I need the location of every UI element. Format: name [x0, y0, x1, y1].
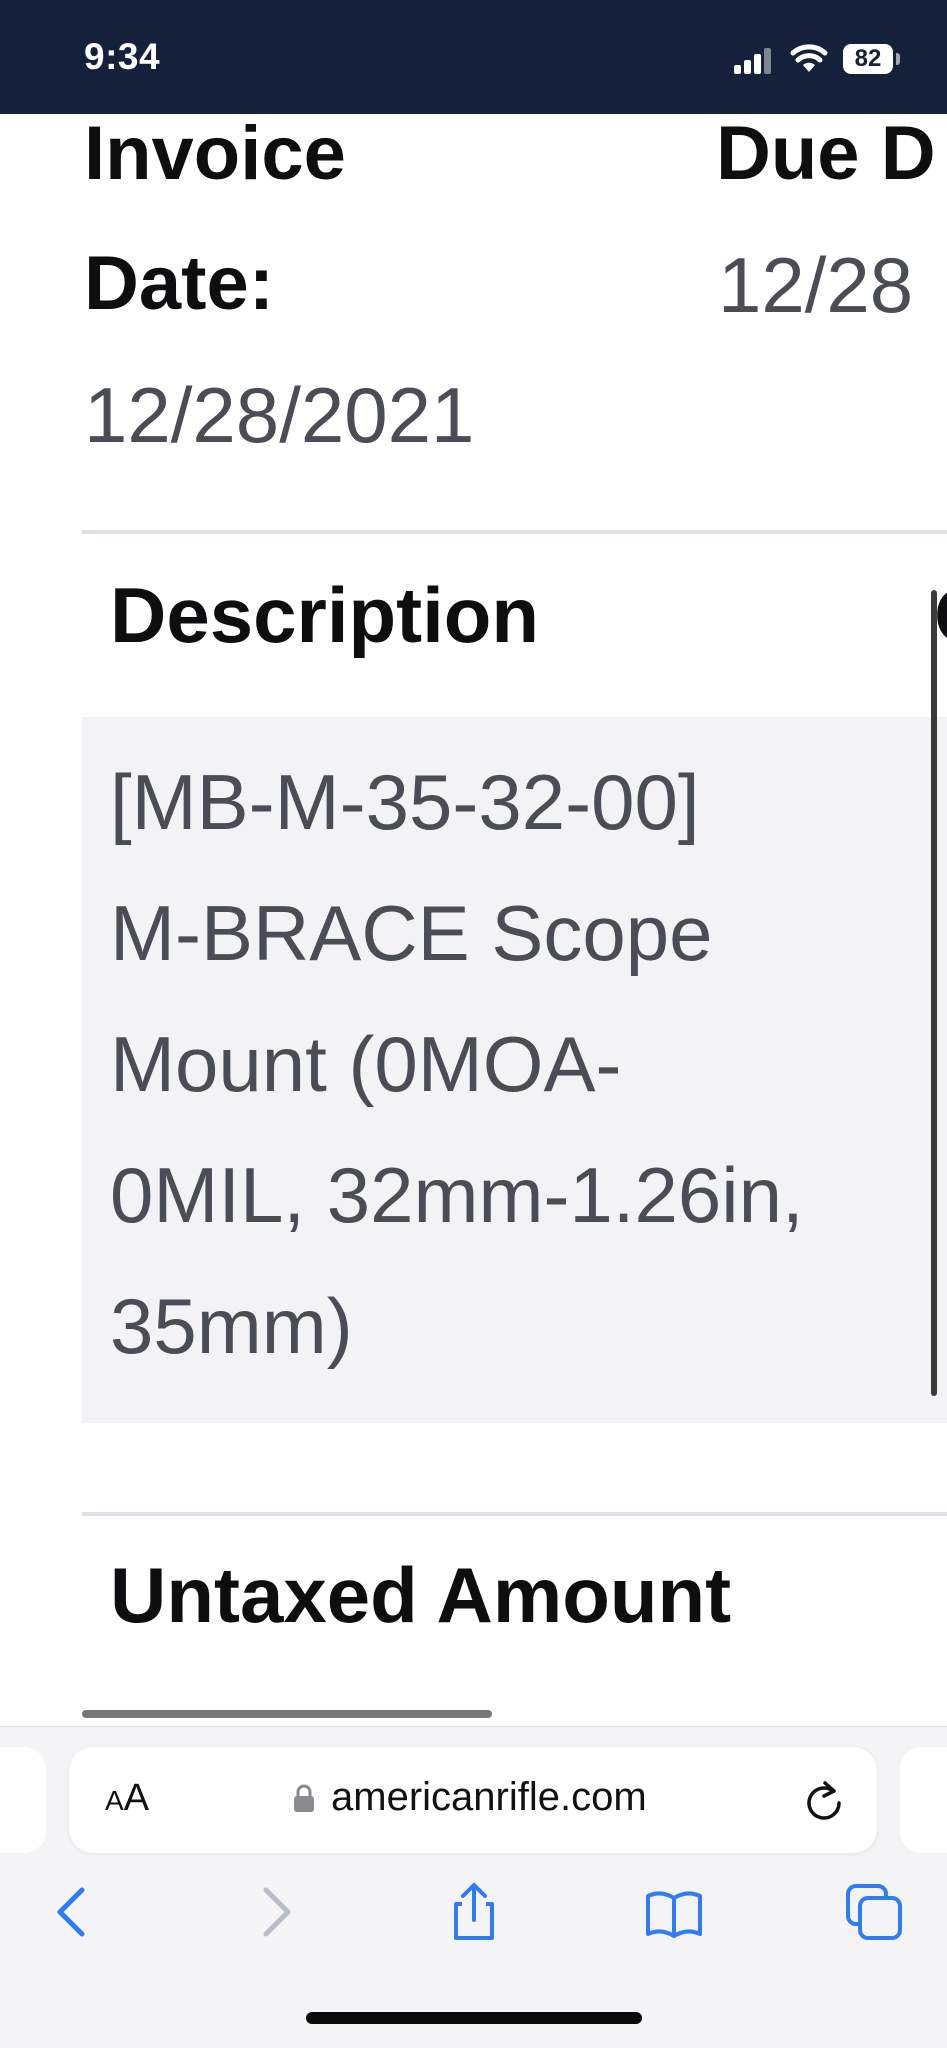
description-cell: [MB-M-35-32-00] M-BRACE Scope Mount (0MO…: [82, 717, 947, 1423]
cellular-signal-icon: [734, 46, 774, 74]
invoice-date-label-line1: Invoice: [84, 114, 346, 196]
table-top-border: [82, 530, 947, 534]
due-date-value: 12/28: [718, 241, 914, 329]
description-line: 35mm): [110, 1282, 353, 1370]
status-bar: 9:34 82: [0, 0, 947, 114]
battery-tip: [896, 53, 900, 65]
due-date-label: Due D: [716, 114, 936, 196]
table-header-untaxed-amount: Untaxed Amount: [110, 1551, 732, 1639]
status-time: 9:34: [84, 36, 161, 77]
forward-icon[interactable]: [246, 1882, 306, 1942]
tabs-icon[interactable]: [844, 1882, 904, 1942]
wifi-icon: [790, 44, 828, 72]
invoice-date-label-line2: Date:: [84, 241, 275, 326]
text-size-button[interactable]: AA: [105, 1777, 149, 1820]
table-divider: [82, 1512, 947, 1516]
lock-icon: [294, 1784, 314, 1812]
bookmarks-icon[interactable]: [644, 1882, 704, 1942]
url-text[interactable]: americanrifle.com: [331, 1775, 647, 1820]
description-line: Mount (0MOA-: [110, 1020, 622, 1108]
previous-tab-preview[interactable]: [0, 1747, 46, 1853]
table-vertical-scrollbar[interactable]: [931, 590, 937, 1396]
address-bar[interactable]: AA americanrifle.com: [69, 1747, 877, 1853]
next-tab-preview[interactable]: [900, 1747, 947, 1853]
home-indicator[interactable]: [306, 2012, 642, 2024]
description-line: M-BRACE Scope: [110, 889, 713, 977]
back-icon[interactable]: [42, 1882, 102, 1942]
browser-toolbar: AA americanrifle.com: [0, 1726, 947, 2048]
description-line: 0MIL, 32mm-1.26in,: [110, 1151, 804, 1239]
reload-icon[interactable]: [803, 1777, 845, 1823]
description-line: [MB-M-35-32-00]: [110, 758, 700, 846]
battery-indicator: 82: [843, 44, 893, 74]
invoice-date-value: 12/28/2021: [84, 371, 475, 459]
page-content: Invoice Date: 12/28/2021 Due D 12/28 Des…: [0, 114, 947, 1726]
share-icon[interactable]: [444, 1882, 504, 1942]
table-horizontal-scrollbar[interactable]: [82, 1710, 492, 1718]
table-header-description: Description: [110, 571, 540, 659]
description-text: [MB-M-35-32-00] M-BRACE Scope Mount (0MO…: [110, 737, 940, 1392]
